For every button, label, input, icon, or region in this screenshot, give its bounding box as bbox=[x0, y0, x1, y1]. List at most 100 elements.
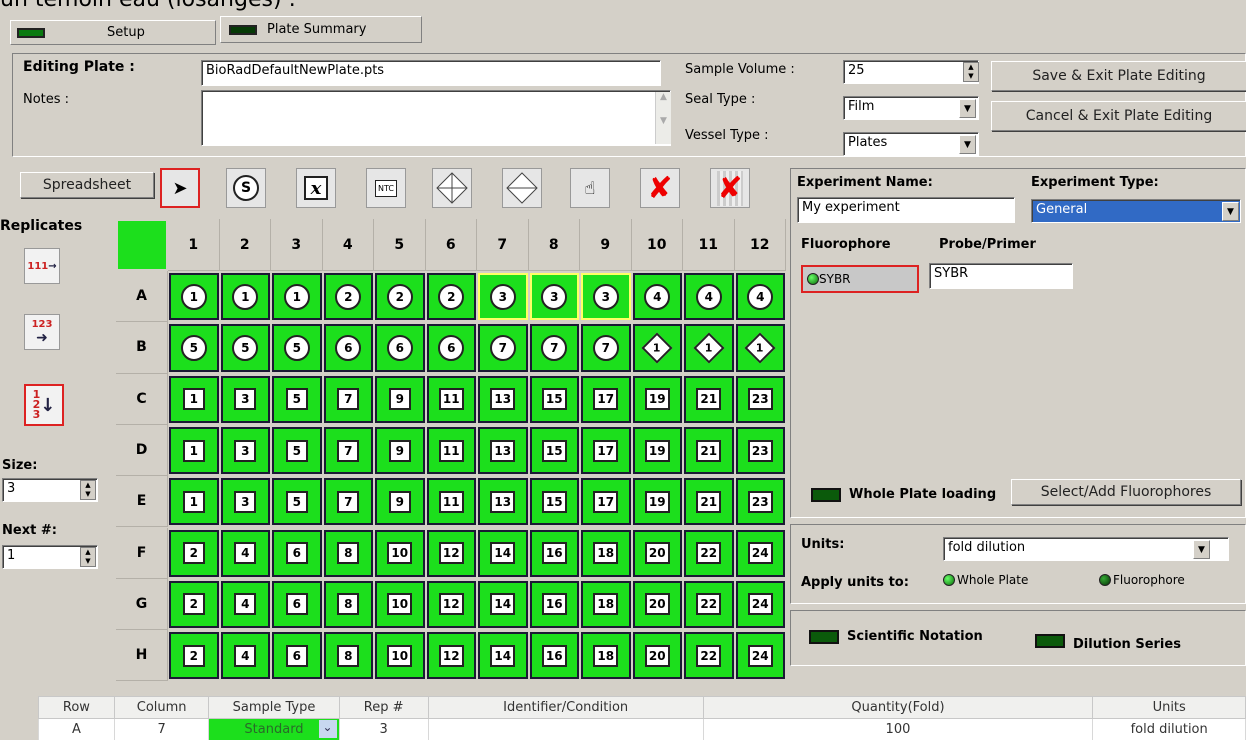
well[interactable]: 1 bbox=[272, 273, 322, 321]
well[interactable]: 20 bbox=[632, 580, 682, 629]
well[interactable]: 15 bbox=[529, 426, 579, 475]
tab-setup[interactable]: Setup bbox=[10, 20, 216, 45]
table-column-header[interactable]: Quantity(Fold) bbox=[702, 696, 1094, 719]
well[interactable]: 8 bbox=[323, 529, 373, 577]
well[interactable]: 3 bbox=[220, 375, 270, 423]
well[interactable]: 3 bbox=[478, 273, 528, 321]
tab-plate-summary[interactable]: Plate Summary bbox=[220, 16, 422, 43]
well[interactable]: 6 bbox=[323, 324, 373, 372]
well[interactable]: 9 bbox=[375, 426, 425, 475]
experiment-name-field[interactable]: My experiment bbox=[797, 197, 1015, 223]
cancel-exit-button[interactable]: Cancel & Exit Plate Editing bbox=[991, 101, 1246, 131]
well[interactable]: 4 bbox=[735, 273, 785, 321]
column-header[interactable]: 1 bbox=[168, 219, 220, 271]
whole-plate-loading-toggle[interactable]: Whole Plate loading bbox=[811, 487, 996, 502]
chevron-down-icon[interactable]: ▼ bbox=[959, 135, 976, 154]
notes-scrollbar[interactable]: ▲ ▼ bbox=[655, 92, 671, 144]
well[interactable]: 1 bbox=[169, 426, 219, 475]
well[interactable]: 3 bbox=[581, 273, 631, 321]
well[interactable]: 19 bbox=[632, 375, 682, 423]
standard-tool[interactable]: S bbox=[226, 168, 266, 208]
well[interactable]: 18 bbox=[581, 529, 631, 577]
well[interactable]: 1 bbox=[169, 478, 219, 526]
table-column-header[interactable]: Row bbox=[38, 696, 115, 719]
column-header[interactable]: 6 bbox=[425, 219, 477, 271]
well[interactable]: 4 bbox=[220, 632, 270, 680]
well[interactable]: 5 bbox=[272, 375, 322, 423]
clear-all-tool[interactable]: ✘ bbox=[710, 168, 750, 208]
well[interactable]: 9 bbox=[375, 375, 425, 423]
well[interactable]: 23 bbox=[735, 478, 785, 526]
well[interactable]: 10 bbox=[375, 529, 425, 577]
replicate-vertical-button[interactable]: 1 2 3 ↓ bbox=[24, 384, 64, 426]
table-cell-sample-type[interactable]: Standard ⌄ bbox=[208, 718, 340, 740]
well[interactable]: 11 bbox=[426, 478, 476, 526]
well[interactable]: 12 bbox=[426, 632, 476, 680]
fluorophore-sybr-button[interactable]: SYBR bbox=[801, 265, 919, 293]
well[interactable]: 4 bbox=[632, 273, 682, 321]
sample-volume-field[interactable]: 25 bbox=[843, 60, 979, 84]
well[interactable]: 18 bbox=[581, 580, 631, 629]
well[interactable]: 2 bbox=[169, 580, 219, 629]
select-add-fluorophores-button[interactable]: Select/Add Fluorophores bbox=[1011, 479, 1241, 505]
well[interactable]: 15 bbox=[529, 375, 579, 423]
well[interactable]: 6 bbox=[272, 529, 322, 577]
well[interactable]: 6 bbox=[375, 324, 425, 372]
ntc-tool[interactable]: NTC bbox=[366, 168, 406, 208]
well[interactable]: 8 bbox=[323, 632, 373, 680]
table-column-header[interactable]: Column bbox=[113, 696, 210, 719]
column-header[interactable]: 4 bbox=[322, 219, 374, 271]
well[interactable]: 1 bbox=[735, 324, 785, 372]
well[interactable]: 24 bbox=[735, 580, 785, 629]
well[interactable]: 22 bbox=[684, 632, 734, 680]
row-header[interactable]: H bbox=[116, 630, 168, 682]
column-header[interactable]: 10 bbox=[631, 219, 683, 271]
dilution-series-toggle[interactable]: Dilution Series bbox=[1035, 629, 1181, 652]
well[interactable]: 12 bbox=[426, 529, 476, 577]
row-header[interactable]: D bbox=[116, 424, 168, 477]
well[interactable]: 2 bbox=[169, 529, 219, 577]
chevron-down-icon[interactable]: ▼ bbox=[1193, 540, 1210, 559]
well[interactable]: 14 bbox=[478, 580, 528, 629]
well[interactable]: 5 bbox=[272, 478, 322, 526]
row-header[interactable]: B bbox=[116, 322, 168, 374]
experiment-type-select[interactable]: General bbox=[1031, 199, 1241, 223]
well[interactable]: 15 bbox=[529, 478, 579, 526]
well[interactable]: 21 bbox=[684, 478, 734, 526]
chevron-down-icon[interactable]: ⌄ bbox=[318, 720, 337, 738]
well[interactable]: 3 bbox=[220, 478, 270, 526]
whole-plate-radio[interactable]: Whole Plate bbox=[943, 573, 1028, 587]
column-header[interactable]: 9 bbox=[580, 219, 632, 271]
well[interactable]: 23 bbox=[735, 375, 785, 423]
well[interactable]: 7 bbox=[323, 375, 373, 423]
well[interactable]: 4 bbox=[220, 529, 270, 577]
well[interactable]: 2 bbox=[426, 273, 476, 321]
unknown-tool[interactable]: x bbox=[296, 168, 336, 208]
well[interactable]: 24 bbox=[735, 529, 785, 577]
chevron-down-icon[interactable]: ▼ bbox=[1222, 202, 1239, 221]
eraser-tool[interactable]: ☝ bbox=[570, 168, 610, 208]
well[interactable]: 14 bbox=[478, 529, 528, 577]
notes-textarea[interactable] bbox=[201, 90, 671, 146]
well[interactable]: 21 bbox=[684, 426, 734, 475]
spreadsheet-button[interactable]: Spreadsheet bbox=[20, 172, 154, 198]
positive-control-tool[interactable] bbox=[432, 168, 472, 208]
well[interactable]: 17 bbox=[581, 478, 631, 526]
well[interactable]: 16 bbox=[529, 580, 579, 629]
clear-well-tool[interactable]: ✘ bbox=[640, 168, 680, 208]
well[interactable]: 2 bbox=[169, 632, 219, 680]
table-column-header[interactable]: Identifier/Condition bbox=[427, 696, 704, 719]
well[interactable]: 22 bbox=[684, 580, 734, 629]
well[interactable]: 17 bbox=[581, 375, 631, 423]
well[interactable]: 17 bbox=[581, 426, 631, 475]
well[interactable]: 3 bbox=[220, 426, 270, 475]
well[interactable]: 9 bbox=[375, 478, 425, 526]
well[interactable]: 23 bbox=[735, 426, 785, 475]
well[interactable]: 22 bbox=[684, 529, 734, 577]
well[interactable]: 10 bbox=[375, 632, 425, 680]
well[interactable]: 7 bbox=[323, 478, 373, 526]
well[interactable]: 2 bbox=[323, 273, 373, 321]
well[interactable]: 8 bbox=[323, 580, 373, 629]
sample-volume-stepper[interactable]: ▲ ▼ bbox=[963, 62, 979, 82]
well[interactable]: 2 bbox=[375, 273, 425, 321]
